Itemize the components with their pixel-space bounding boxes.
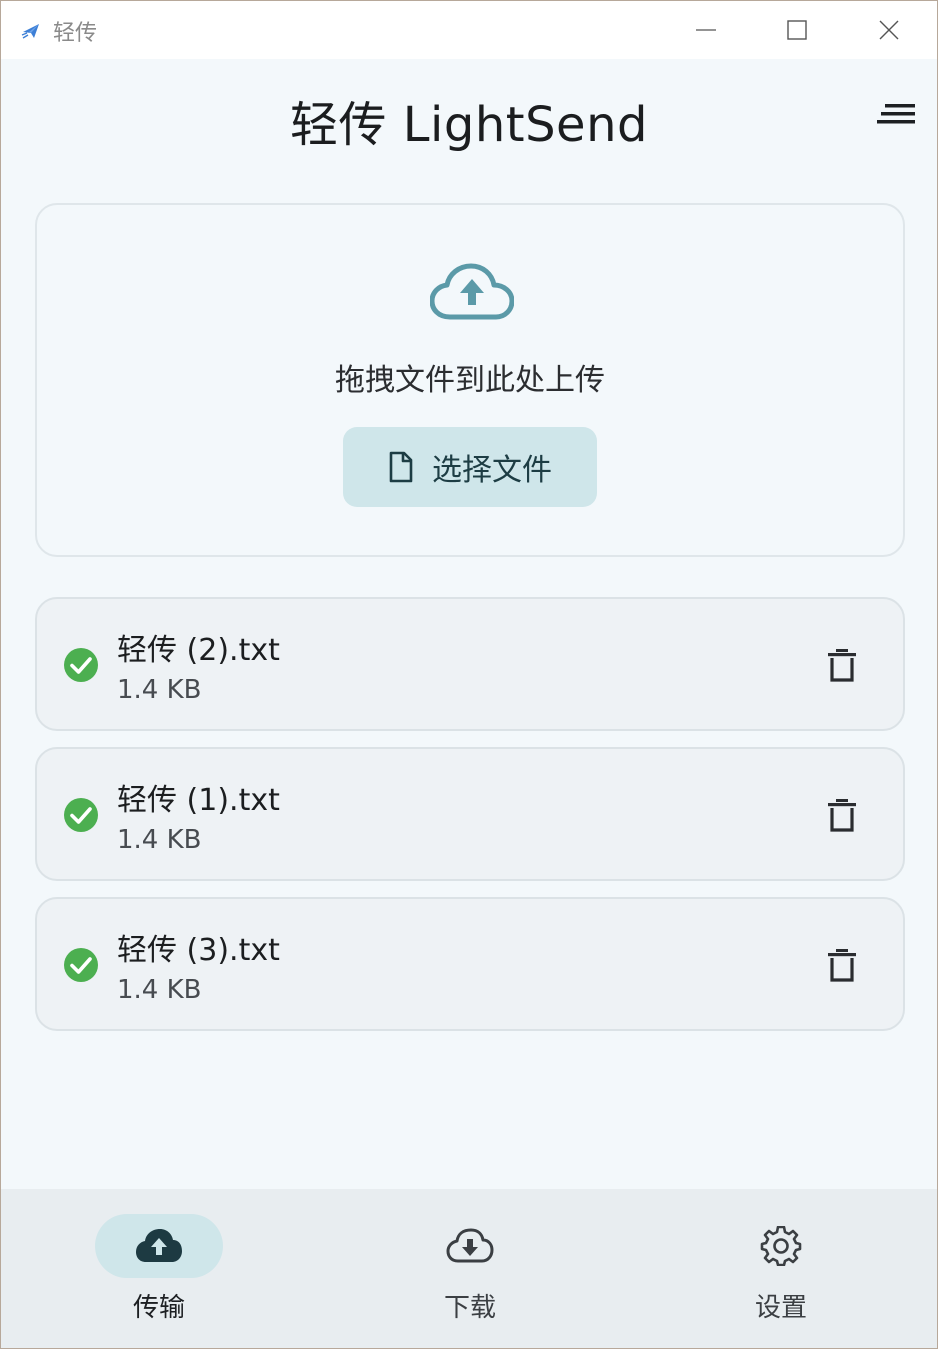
bottom-navigation: 传输 下载 设置 <box>1 1189 937 1348</box>
cloud-upload-icon <box>136 1229 182 1262</box>
upload-dropzone[interactable]: 拖拽文件到此处上传 选择文件 <box>35 203 905 557</box>
file-name: 轻传 (1).txt <box>117 783 280 818</box>
minimize-icon <box>696 29 716 31</box>
delete-file-button[interactable] <box>827 797 857 833</box>
minimize-button[interactable] <box>661 1 751 59</box>
paper-plane-icon <box>21 24 39 39</box>
dropzone-prompt: 拖拽文件到此处上传 <box>335 363 605 398</box>
app-window: 轻传 轻传 LightSend 拖拽文件到此处上传 选择文件 轻传 (2).tx… <box>0 0 938 1349</box>
file-size: 1.4 KB <box>117 825 202 855</box>
file-list-item: 轻传 (3).txt 1.4 KB <box>35 897 905 1031</box>
file-size: 1.4 KB <box>117 675 202 705</box>
gear-icon <box>760 1226 802 1266</box>
file-list-item: 轻传 (2).txt 1.4 KB <box>35 597 905 731</box>
choose-file-label: 选择文件 <box>432 453 552 488</box>
sort-menu-button[interactable] <box>877 101 915 129</box>
page-title: 轻传 LightSend <box>290 97 648 153</box>
check-circle-icon <box>64 648 98 682</box>
file-size: 1.4 KB <box>117 975 202 1005</box>
cloud-download-icon <box>446 1228 494 1263</box>
maximize-icon <box>787 20 807 40</box>
close-icon <box>879 20 899 40</box>
nav-label-download: 下载 <box>443 1293 496 1323</box>
nav-item-download[interactable]: 下载 <box>370 1189 570 1348</box>
choose-file-button[interactable]: 选择文件 <box>343 427 597 507</box>
file-name: 轻传 (3).txt <box>117 933 280 968</box>
nav-item-settings[interactable]: 设置 <box>681 1189 881 1348</box>
file-name: 轻传 (2).txt <box>117 633 280 668</box>
file-icon <box>389 451 413 483</box>
close-button[interactable] <box>844 1 934 59</box>
cloud-upload-icon <box>430 263 514 320</box>
check-circle-icon <box>64 948 98 982</box>
delete-file-button[interactable] <box>827 647 857 683</box>
title-bar: 轻传 <box>1 1 937 59</box>
nav-item-transfer[interactable]: 传输 <box>59 1189 259 1348</box>
nav-label-transfer: 传输 <box>132 1293 185 1323</box>
check-circle-icon <box>64 798 98 832</box>
delete-file-button[interactable] <box>827 947 857 983</box>
window-title: 轻传 <box>53 21 98 46</box>
maximize-button[interactable] <box>752 1 842 59</box>
nav-label-settings: 设置 <box>754 1293 807 1323</box>
file-list-item: 轻传 (1).txt 1.4 KB <box>35 747 905 881</box>
